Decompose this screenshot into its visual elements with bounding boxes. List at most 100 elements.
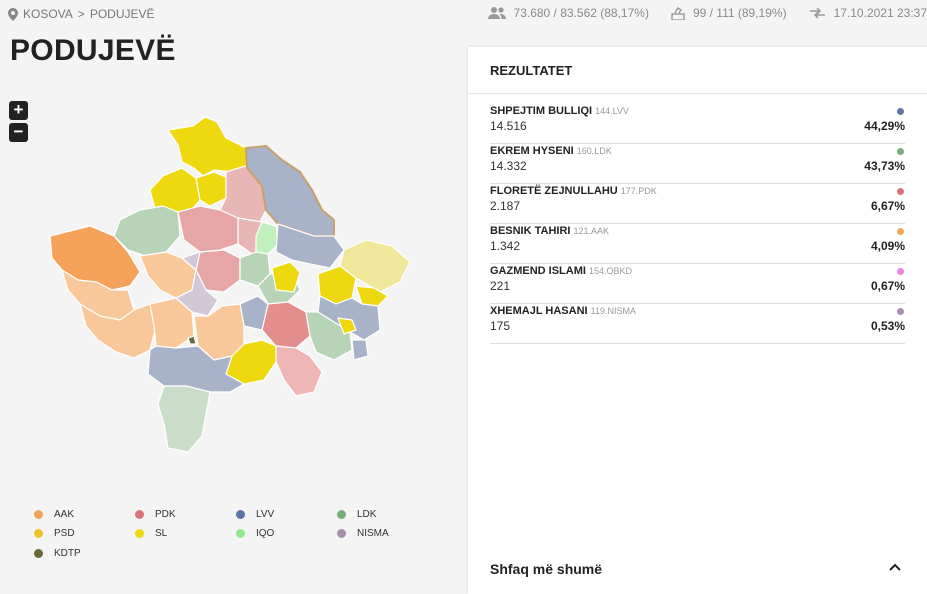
party-color-dot (897, 308, 904, 315)
candidate-name-text: GAZMEND ISLAMI (490, 265, 586, 277)
legend-dot (236, 510, 245, 519)
legend-item: LVV (236, 509, 274, 520)
breadcrumb-kosova[interactable]: KOSOVA (23, 7, 73, 21)
legend-item: PSD (34, 528, 75, 539)
candidate-name: SHPEJTIM BULLIQI 144.LVV (490, 105, 629, 117)
stats-bar: 73.680 / 83.562 (88,17%) 99 / 111 (89,19… (466, 6, 927, 20)
legend-item: SL (135, 528, 167, 539)
legend-dot (236, 529, 245, 538)
polling-stations-text: 99 / 111 (89,19%) (692, 6, 787, 20)
candidate-name-text: BESNIK TAHIRI (490, 225, 571, 237)
page-title: PODUJEVË (10, 34, 176, 67)
map-region-kacanik[interactable] (275, 345, 323, 397)
last-update-text: 17.10.2021 23:37 (833, 6, 927, 20)
show-more-button[interactable]: Shfaq më shumë (490, 561, 602, 577)
breadcrumb-separator: > (77, 7, 85, 21)
candidate-name-text: SHPEJTIM BULLIQI (490, 105, 593, 117)
party-color-dot (897, 268, 904, 275)
candidate-percent: 0,53% (870, 319, 905, 333)
results-title: REZULTATET (490, 63, 573, 78)
legend-label: NISMA (357, 528, 389, 539)
map-region-gracanica[interactable] (271, 261, 301, 293)
legend-label: IQO (256, 528, 275, 539)
candidate-name-text: EKREM HYSENI (490, 145, 574, 157)
legend-label: PSD (54, 528, 75, 539)
candidate-votes: 2.187 (490, 199, 521, 213)
map-region-obiliq[interactable] (255, 221, 279, 255)
location-pin-icon (8, 7, 18, 21)
candidate-row[interactable]: BESNIK TAHIRI 121.AAK 1.342 4,09% (490, 224, 905, 264)
people-icon (487, 7, 506, 19)
candidate-percent: 6,67% (870, 199, 905, 213)
breadcrumb-podujeve: PODUJEVË (89, 7, 155, 21)
party-color-dot (897, 188, 904, 195)
candidate-votes: 221 (490, 279, 511, 293)
voter-turnout: 73.680 / 83.562 (88,17%) (487, 6, 649, 20)
candidate-name: GAZMEND ISLAMI 154.OBKD (490, 265, 632, 277)
party-color-dot (897, 108, 904, 115)
candidate-code: 144.LVV (595, 106, 629, 116)
candidate-votes: 14.332 (490, 159, 527, 173)
legend-dot (34, 549, 43, 558)
legend-item: KDTP (34, 548, 81, 559)
chevron-up-icon[interactable] (888, 562, 902, 572)
candidate-row[interactable]: GAZMEND ISLAMI 154.OBKD 221 0,67% (490, 264, 905, 304)
top-bar: KOSOVA > PODUJEVË 73.680 / 83.562 (88,17… (0, 0, 927, 30)
candidate-row[interactable]: EKREM HYSENI 160.LDK 14.332 43,73% (490, 144, 905, 184)
map-region-zubin-potok[interactable] (195, 171, 229, 207)
map-region-mamusha[interactable] (187, 335, 197, 345)
candidate-percent: 4,09% (870, 239, 905, 253)
candidate-code: 160.LDK (576, 146, 612, 156)
legend-label: PDK (155, 509, 176, 520)
legend-item: NISMA (337, 528, 389, 539)
candidate-name-text: FLORETË ZEJNULLAHU (490, 185, 618, 197)
candidate-code: 121.AAK (573, 226, 609, 236)
voter-turnout-text: 73.680 / 83.562 (88,17%) (513, 6, 649, 20)
candidate-code: 154.OBKD (588, 266, 632, 276)
legend-dot (135, 510, 144, 519)
candidate-row[interactable]: SHPEJTIM BULLIQI 144.LVV 14.516 44,29% (490, 104, 905, 144)
candidate-name: XHEMAJL HASANI 119.NISMA (490, 305, 636, 317)
legend-label: SL (155, 528, 168, 539)
candidate-row[interactable]: FLORETË ZEJNULLAHU 177.PDK 2.187 6,67% (490, 184, 905, 224)
map-region-ferizaj[interactable] (261, 301, 311, 349)
legend-dot (135, 529, 144, 538)
candidate-votes: 175 (490, 319, 511, 333)
map-region-dragash[interactable] (157, 385, 211, 453)
legend-label: LDK (357, 509, 377, 520)
map-region-partesh[interactable] (351, 339, 369, 361)
legend-item: LDK (337, 509, 376, 520)
candidate-name: EKREM HYSENI 160.LDK (490, 145, 612, 157)
ballot-box-icon (671, 6, 685, 20)
candidate-percent: 43,73% (864, 159, 905, 173)
legend-dot (337, 529, 346, 538)
legend-item: AAK (34, 509, 74, 520)
candidate-votes: 1.342 (490, 239, 521, 253)
results-list: SHPEJTIM BULLIQI 144.LVV 14.516 44,29% EK… (490, 104, 905, 344)
candidate-code: 177.PDK (620, 186, 657, 196)
legend-item: IQO (236, 528, 274, 539)
legend-item: PDK (135, 509, 176, 520)
legend-dot (337, 510, 346, 519)
legend-label: KDTP (54, 548, 81, 559)
legend-label: LVV (256, 509, 275, 520)
candidate-code: 119.NISMA (590, 306, 636, 316)
divider (468, 93, 927, 94)
candidate-name-text: XHEMAJL HASANI (490, 305, 588, 317)
candidate-name: FLORETË ZEJNULLAHU 177.PDK (490, 185, 657, 197)
breadcrumb: KOSOVA > PODUJEVË (8, 7, 155, 21)
party-color-dot (897, 148, 904, 155)
candidate-row[interactable]: XHEMAJL HASANI 119.NISMA 175 0,53% (490, 304, 905, 344)
candidate-votes: 14.516 (490, 119, 527, 133)
legend-dot (34, 529, 43, 538)
candidate-percent: 44,29% (864, 119, 905, 133)
kosovo-map (49, 116, 411, 453)
sync-arrows-icon (809, 7, 825, 19)
party-color-dot (897, 228, 904, 235)
legend-dot (34, 510, 43, 519)
last-update: 17.10.2021 23:37 (809, 6, 927, 20)
candidate-name: BESNIK TAHIRI 121.AAK (490, 225, 609, 237)
map-region-leposaviq[interactable] (167, 116, 248, 177)
polling-stations: 99 / 111 (89,19%) (671, 6, 787, 20)
candidate-percent: 0,67% (870, 279, 905, 293)
